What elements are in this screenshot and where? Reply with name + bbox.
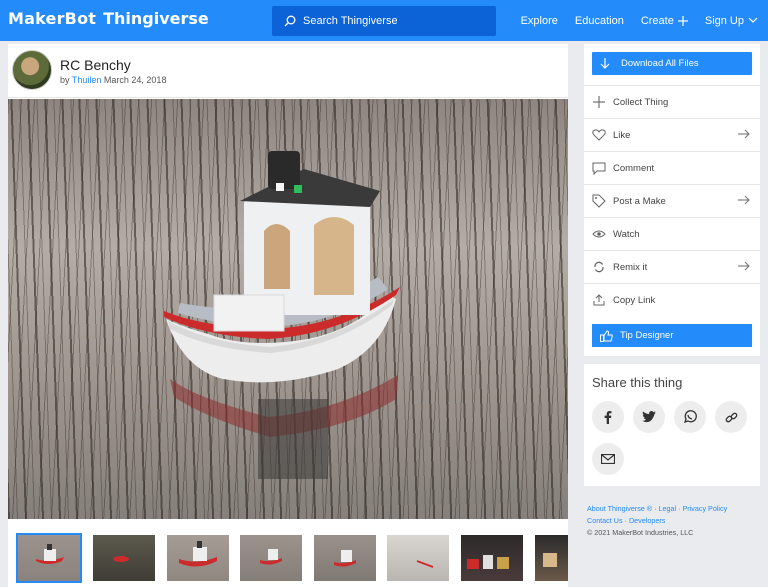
twitter-icon — [642, 411, 656, 423]
nav-create[interactable]: Create — [641, 15, 688, 27]
tag-icon — [592, 194, 606, 208]
copy-link-label: Copy Link — [613, 294, 656, 306]
like-button[interactable]: Like — [584, 118, 760, 151]
nav-explore[interactable]: Explore — [521, 15, 558, 27]
footer-legal-link[interactable]: Legal — [659, 504, 677, 513]
thumbnail-5[interactable] — [314, 535, 376, 581]
author-avatar[interactable] — [12, 50, 52, 90]
watch-label: Watch — [613, 228, 640, 240]
thumbnail-4[interactable] — [240, 535, 302, 581]
byline-prefix: by — [60, 75, 70, 85]
post-make-label: Post a Make — [613, 195, 666, 207]
arrow-right-icon — [738, 261, 750, 271]
footer-privacy-link[interactable]: Privacy Policy — [682, 504, 727, 513]
nav-education[interactable]: Education — [575, 15, 624, 27]
plus-icon — [677, 15, 688, 26]
share-title: Share this thing — [592, 375, 683, 390]
thing-actions-panel: Download All Files Collect Thing Like Co… — [584, 44, 760, 356]
thumbnail-2[interactable] — [93, 535, 155, 581]
comment-button[interactable]: Comment — [584, 151, 760, 184]
remix-icon — [592, 260, 606, 274]
download-all-files-button[interactable]: Download All Files — [592, 52, 752, 75]
remix-label: Remix it — [613, 261, 648, 273]
brand-thingiverse: Thingiverse — [103, 9, 209, 28]
footer-copyright: © 2021 MakerBot Industries, LLC — [587, 528, 694, 537]
thumbs-up-icon — [600, 329, 613, 342]
thumbnail-7[interactable] — [461, 535, 523, 581]
benchy-boat-photo — [164, 151, 400, 479]
thing-title: RC Benchy — [60, 57, 131, 73]
footer-about-link[interactable]: About Thingiverse ® — [587, 504, 652, 513]
thing-detail-card: RC Benchy by Thuilen March 24, 2018 — [8, 44, 568, 587]
chevron-down-icon — [748, 17, 758, 23]
page-footer: About Thingiverse ® · Legal · Privacy Po… — [587, 503, 763, 539]
tip-designer-button[interactable]: Tip Designer — [592, 324, 752, 347]
thumbnail-1[interactable] — [16, 533, 82, 583]
arrow-right-icon — [738, 195, 750, 205]
footer-contact-link[interactable]: Contact Us — [587, 516, 623, 525]
publish-date: March 24, 2018 — [103, 75, 167, 85]
comment-label: Comment — [613, 162, 655, 174]
share-link-button[interactable] — [715, 401, 747, 433]
author-link[interactable]: Thuilen — [72, 75, 102, 85]
link-icon — [725, 412, 737, 422]
search-icon — [284, 15, 296, 27]
thumbnail-strip — [8, 519, 568, 587]
main-photo[interactable] — [8, 99, 568, 519]
comment-icon — [592, 161, 606, 175]
like-label: Like — [613, 129, 631, 141]
remix-button[interactable]: Remix it — [584, 250, 760, 283]
collect-label: Collect Thing — [613, 96, 669, 108]
copy-link-button[interactable]: Copy Link — [584, 283, 760, 316]
whatsapp-icon — [683, 410, 697, 424]
nav-create-label: Create — [640, 14, 674, 27]
heart-icon — [592, 128, 606, 142]
nav-signup-label: Sign Up — [704, 14, 744, 27]
share-twitter-button[interactable] — [633, 401, 665, 433]
arrow-right-icon — [738, 129, 750, 139]
tip-label: Tip Designer — [620, 330, 674, 341]
post-a-make-button[interactable]: Post a Make — [584, 184, 760, 217]
download-label: Download All Files — [621, 58, 699, 69]
thumbnail-6[interactable] — [387, 535, 449, 581]
nav-signup[interactable]: Sign Up — [705, 15, 758, 27]
search-placeholder: Search Thingiverse — [303, 15, 398, 27]
share-whatsapp-button[interactable] — [674, 401, 706, 433]
thumbnail-8[interactable] — [535, 535, 568, 581]
download-icon — [600, 57, 610, 69]
email-icon — [601, 454, 615, 464]
thing-byline: by Thuilen March 24, 2018 — [60, 75, 166, 85]
brand-makerbot: MakerBot — [8, 9, 97, 28]
plus-icon — [592, 95, 606, 109]
thing-header: RC Benchy by Thuilen March 24, 2018 — [8, 44, 568, 98]
share-panel: Share this thing — [584, 364, 760, 486]
share-facebook-button[interactable] — [592, 401, 624, 433]
top-navigation-bar: MakerBot Thingiverse Search Thingiverse … — [0, 0, 768, 41]
share-icon — [592, 293, 606, 307]
watch-button[interactable]: Watch — [584, 217, 760, 250]
eye-icon — [592, 227, 606, 241]
main-nav: Explore Education Create Sign Up — [504, 0, 758, 41]
share-email-button[interactable] — [592, 443, 624, 475]
brand-logo[interactable]: MakerBot Thingiverse — [8, 9, 209, 33]
thumbnail-3[interactable] — [167, 535, 229, 581]
facebook-icon — [604, 411, 612, 424]
footer-developers-link[interactable]: Developers — [629, 516, 665, 525]
collect-thing-button[interactable]: Collect Thing — [584, 85, 760, 118]
search-input[interactable]: Search Thingiverse — [272, 6, 496, 36]
